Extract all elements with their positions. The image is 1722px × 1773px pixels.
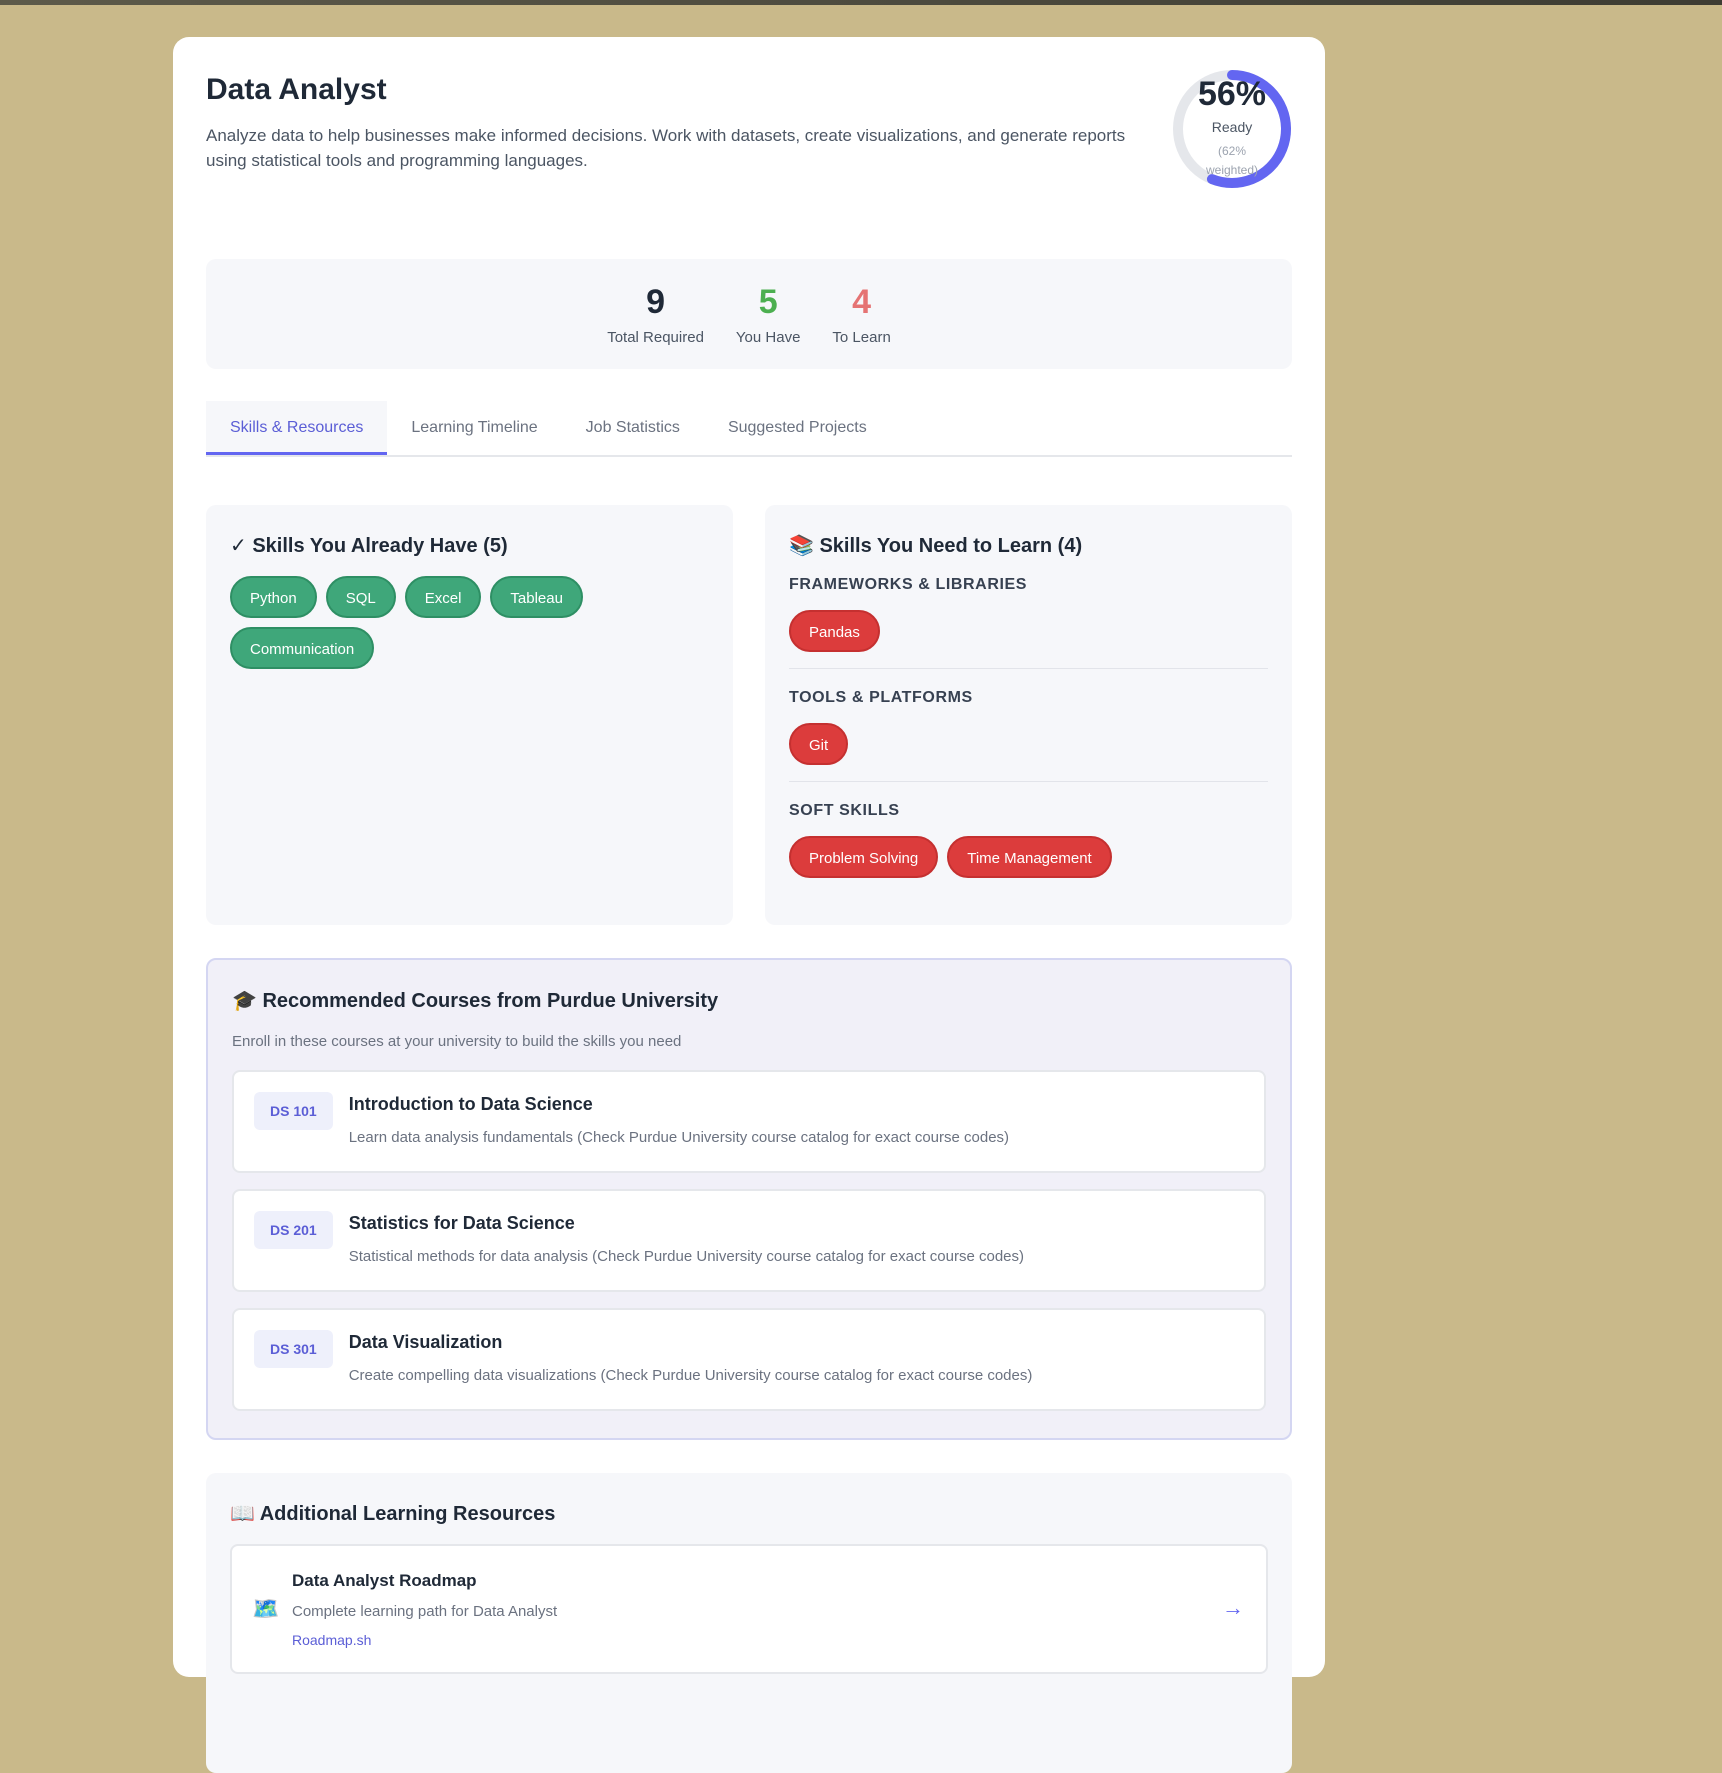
skill-category: TOOLS & PLATFORMS Git <box>789 689 1268 782</box>
arrow-right-icon[interactable]: → <box>1222 1595 1244 1621</box>
resource-source-link[interactable]: Roadmap.sh <box>292 1632 557 1648</box>
course-name: Introduction to Data Science <box>348 1094 593 1114</box>
stat-label: Total Required <box>607 328 704 346</box>
skills-have-list: Python SQL Excel Tableau Communication <box>230 576 709 669</box>
tab-suggested-projects[interactable]: Suggested Projects <box>704 401 891 455</box>
skills-learn-title: 📚 Skills You Need to Learn (4) <box>789 535 1083 557</box>
course-name: Statistics for Data Science <box>348 1213 575 1233</box>
readiness-label: Ready <box>1211 119 1253 135</box>
course-description: Create compelling data visualizations (C… <box>348 1367 1033 1384</box>
stat-to-learn: 4 To Learn <box>832 283 890 346</box>
readiness-ring: 56% Ready (62% weighted) <box>1172 69 1292 189</box>
category-heading: SOFT SKILLS <box>789 802 900 819</box>
skill-pill-excel[interactable]: Excel <box>404 576 482 618</box>
page-title: Data Analyst <box>206 73 387 106</box>
skill-pill-tableau[interactable]: Tableau <box>490 576 583 618</box>
map-icon: 🗺️ <box>252 1596 280 1621</box>
header: Data Analyst Analyze data to help busine… <box>206 37 1292 222</box>
stat-total: 9 Total Required <box>607 283 704 346</box>
resource-card[interactable]: 🗺️ Data Analyst Roadmap Complete learnin… <box>230 1544 1268 1674</box>
skills-learn-panel: 📚 Skills You Need to Learn (4) FRAMEWORK… <box>765 505 1292 925</box>
learning-resources: 📖 Additional Learning Resources 🗺️ Data … <box>206 1473 1292 1773</box>
course-description: Learn data analysis fundamentals (Check … <box>348 1129 1010 1146</box>
course-code: DS 301 <box>254 1330 333 1368</box>
course-name: Data Visualization <box>348 1332 503 1352</box>
courses-subtitle: Enroll in these courses at your universi… <box>232 1033 682 1050</box>
course-code: DS 101 <box>254 1092 333 1130</box>
skills-have-panel: ✓ Skills You Already Have (5) Python SQL… <box>206 505 733 925</box>
recommended-courses: 🎓 Recommended Courses from Purdue Univer… <box>206 958 1292 1440</box>
readiness-percent: 56% <box>1197 75 1267 113</box>
skill-category: SOFT SKILLS Problem Solving Time Managem… <box>789 802 1268 878</box>
skill-category: FRAMEWORKS & LIBRARIES Pandas <box>789 576 1268 669</box>
stat-value: 9 <box>646 282 666 321</box>
course-description: Statistical methods for data analysis (C… <box>348 1248 1025 1265</box>
skill-pill-pandas[interactable]: Pandas <box>789 610 880 652</box>
category-heading: TOOLS & PLATFORMS <box>789 689 973 706</box>
stat-label: You Have <box>735 328 801 346</box>
top-strip <box>0 0 1722 5</box>
tab-learning-timeline[interactable]: Learning Timeline <box>387 401 561 455</box>
skill-pill-problem-solving[interactable]: Problem Solving <box>789 836 939 878</box>
job-description: Analyze data to help businesses make inf… <box>206 126 1126 170</box>
career-card: Data Analyst Analyze data to help busine… <box>173 37 1325 1773</box>
skill-pill-sql[interactable]: SQL <box>325 576 396 618</box>
skill-pill-git[interactable]: Git <box>789 723 849 765</box>
course-card[interactable]: DS 201 Statistics for Data Science Stati… <box>232 1189 1266 1292</box>
stat-label: To Learn <box>832 328 891 346</box>
skill-pill-communication[interactable]: Communication <box>230 627 375 669</box>
skill-pill-time-management[interactable]: Time Management <box>947 836 1112 878</box>
resource-description: Complete learning path for Data Analyst <box>292 1602 558 1620</box>
tab-bar: Skills & Resources Learning Timeline Job… <box>206 401 1292 457</box>
stats-bar: 9 Total Required 5 You Have 4 To Learn <box>206 259 1292 369</box>
readiness-weighted: (62% weighted) <box>1205 144 1259 177</box>
course-card[interactable]: DS 101 Introduction to Data Science Lear… <box>232 1070 1266 1173</box>
resource-name: Data Analyst Roadmap <box>292 1570 477 1590</box>
course-card[interactable]: DS 301 Data Visualization Create compell… <box>232 1308 1266 1411</box>
skill-pill-python[interactable]: Python <box>230 576 317 618</box>
skills-row: ✓ Skills You Already Have (5) Python SQL… <box>206 505 1292 925</box>
stat-value: 5 <box>758 282 778 321</box>
category-heading: FRAMEWORKS & LIBRARIES <box>789 576 1028 593</box>
skills-have-title: ✓ Skills You Already Have (5) <box>230 535 508 557</box>
tab-skills-resources[interactable]: Skills & Resources <box>206 401 388 455</box>
course-code: DS 201 <box>254 1211 333 1249</box>
tab-job-statistics[interactable]: Job Statistics <box>562 401 704 455</box>
stat-have: 5 You Have <box>736 283 801 346</box>
resources-title: 📖 Additional Learning Resources <box>230 1503 556 1525</box>
courses-title: 🎓 Recommended Courses from Purdue Univer… <box>232 990 719 1012</box>
stat-value: 4 <box>852 282 872 321</box>
